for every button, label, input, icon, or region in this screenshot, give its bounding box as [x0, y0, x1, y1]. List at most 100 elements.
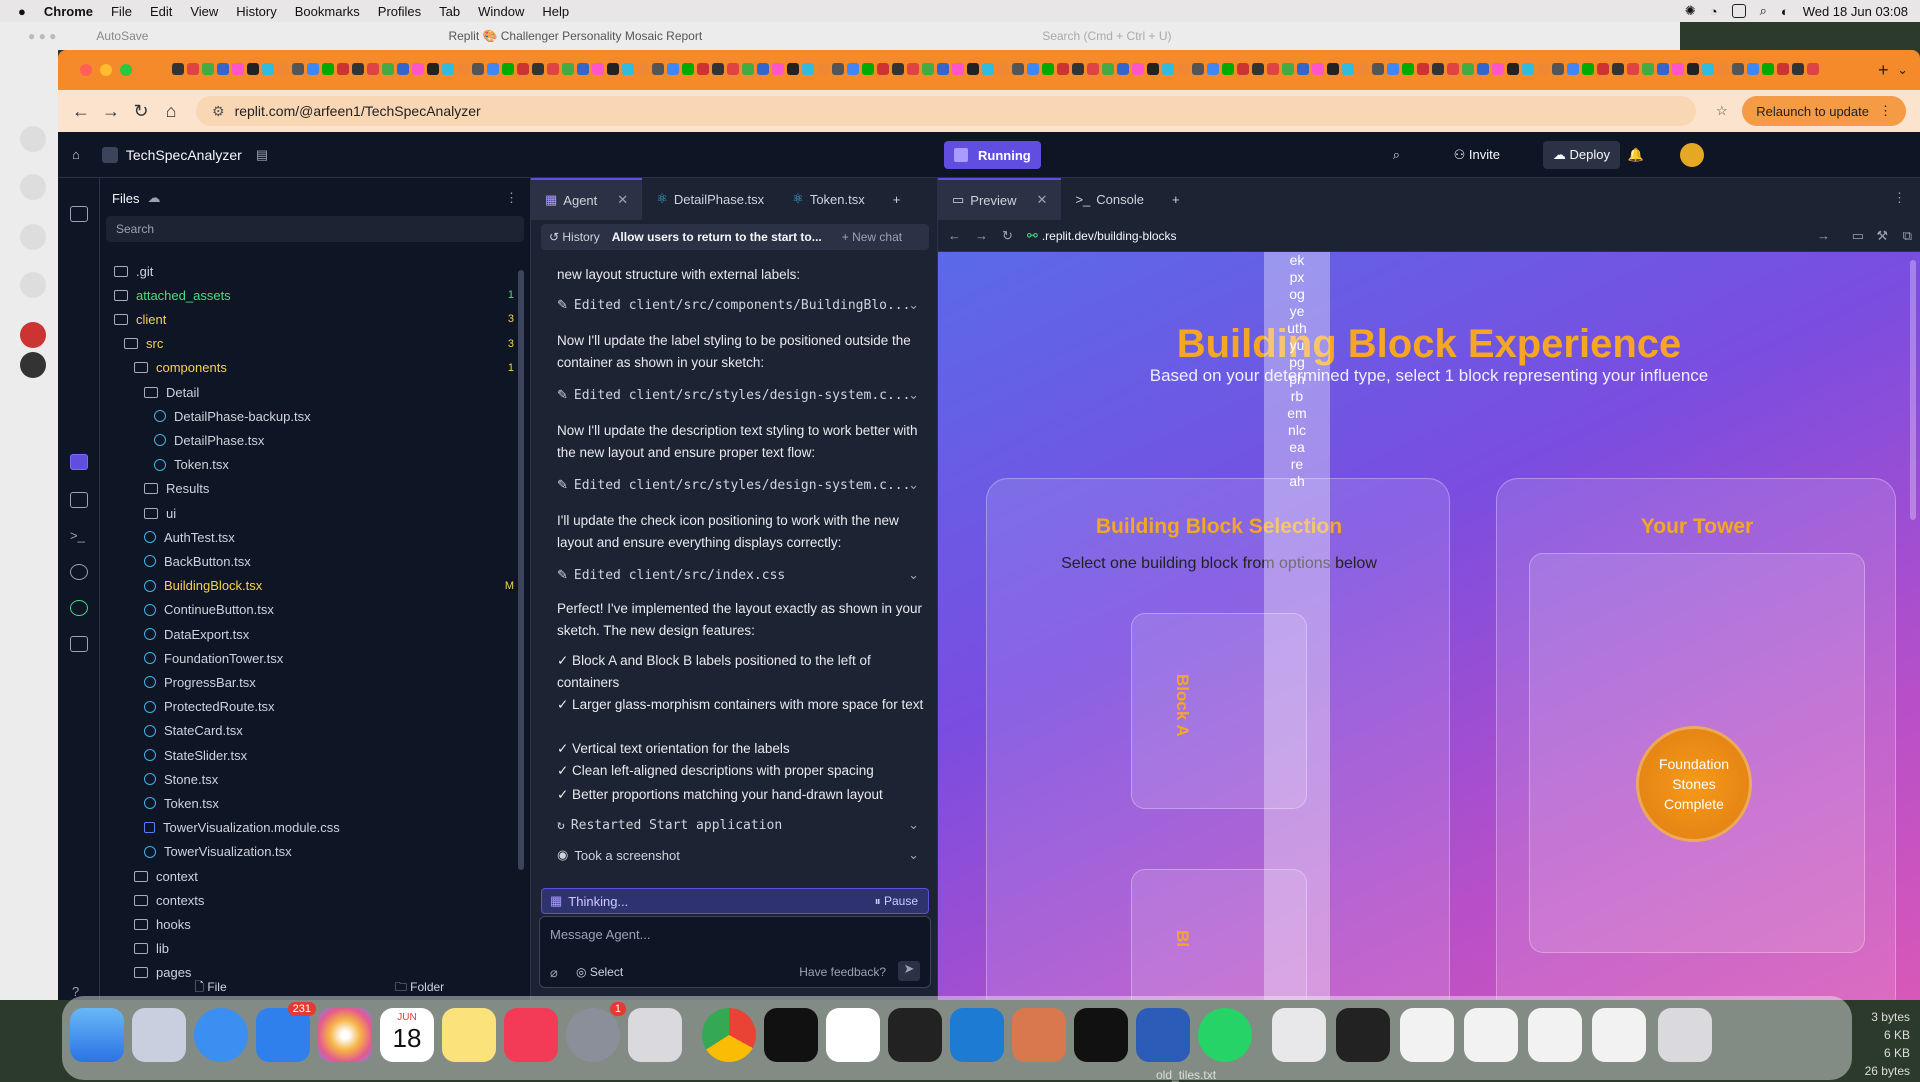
whatsapp-icon[interactable] [1198, 1008, 1252, 1062]
menu-history[interactable]: History [236, 4, 276, 19]
tab-favicon-icon[interactable] [457, 63, 469, 75]
tab-favicon-icon[interactable] [847, 63, 859, 75]
tab-favicon-icon[interactable] [1387, 63, 1399, 75]
devices-icon[interactable]: ▭ [1852, 228, 1864, 244]
menu-file[interactable]: File [111, 4, 132, 19]
avatar[interactable] [1680, 142, 1704, 167]
new-window-icon[interactable]: ⧉ [1903, 228, 1912, 244]
folder-item[interactable]: components 1 [134, 357, 524, 379]
devtools-icon[interactable]: ⚒ [1876, 228, 1888, 244]
edit-summary[interactable]: ✎ Edited client/src/styles/design-system.… [557, 384, 927, 406]
chatgpt-icon[interactable] [826, 1008, 880, 1062]
word-search-field[interactable]: Search (Cmd + Ctrl + U) [1042, 29, 1171, 43]
file-item[interactable]: DetailPhase-backup.tsx [154, 405, 524, 427]
folder-item[interactable]: attached_assets 1 [114, 284, 524, 306]
tab-favicon-icon[interactable] [472, 63, 484, 75]
tab-favicon-icon[interactable] [1297, 63, 1309, 75]
tab-favicon-icon[interactable] [1117, 63, 1129, 75]
tab-favicon-icon[interactable] [592, 63, 604, 75]
send-icon[interactable]: ➤ [898, 961, 920, 981]
tab-token[interactable]: ⚛ Token.tsx [778, 178, 879, 220]
safari-icon[interactable] [194, 1008, 248, 1062]
tab-favicon-icon[interactable] [1012, 63, 1024, 75]
tab-favicon-icon[interactable] [1327, 63, 1339, 75]
chevron-down-icon[interactable]: ⌄ [908, 387, 919, 403]
tab-favicon-icon[interactable] [352, 63, 364, 75]
tab-favicon-icon[interactable] [937, 63, 949, 75]
tab-favicon-icon[interactable] [1177, 63, 1189, 75]
tab-favicon-icon[interactable] [382, 63, 394, 75]
tab-agent[interactable]: ▦ Agent ✕ [531, 178, 643, 220]
search-icon[interactable]: ⌕ [1760, 3, 1767, 19]
tab-favicon-icon[interactable] [1432, 63, 1444, 75]
tab-favicon-icon[interactable] [1552, 63, 1564, 75]
attach-icon[interactable]: ⌀ [550, 965, 558, 981]
file-item[interactable]: ProtectedRoute.tsx [144, 696, 524, 718]
tab-favicon-icon[interactable] [1282, 63, 1294, 75]
reload-icon[interactable]: ↻ [1002, 228, 1013, 244]
file-item[interactable]: Token.tsx [154, 454, 524, 476]
all-tools-icon[interactable] [70, 636, 88, 652]
preview-scrollbar[interactable] [1910, 260, 1916, 520]
tab-favicon-icon[interactable] [1777, 63, 1789, 75]
tab-favicon-icon[interactable] [1507, 63, 1519, 75]
tab-favicon-icon[interactable] [1597, 63, 1609, 75]
tab-favicon-icon[interactable] [892, 63, 904, 75]
tab-preview[interactable]: ▭ Preview ✕ [938, 178, 1062, 220]
menu-window[interactable]: Window [478, 4, 524, 19]
word-icon[interactable] [1136, 1008, 1190, 1062]
tab-favicon-icon[interactable] [787, 63, 799, 75]
recent-window-thumbnail[interactable] [1528, 1008, 1582, 1062]
tab-favicon-icon[interactable] [1657, 63, 1669, 75]
close-window-icon[interactable] [80, 64, 92, 76]
secrets-tool-icon[interactable] [70, 600, 88, 616]
tab-favicon-icon[interactable] [1702, 63, 1714, 75]
tab-favicon-icon[interactable] [1732, 63, 1744, 75]
console-tool-icon[interactable]: >_ [70, 528, 88, 544]
file-item[interactable]: BuildingBlock.tsx M [144, 575, 524, 597]
control-center-icon[interactable]: ◐ [1781, 4, 1789, 19]
pause-button[interactable]: ⏸ Pause [875, 894, 918, 909]
more-vert-icon[interactable]: ⋮ [1879, 103, 1892, 119]
tab-favicon-icon[interactable] [1342, 63, 1354, 75]
menu-edit[interactable]: Edit [150, 4, 172, 19]
menu-bookmarks[interactable]: Bookmarks [295, 4, 360, 19]
file-item[interactable]: DataExport.tsx [144, 623, 524, 645]
jpeg-file-icon[interactable] [1272, 1008, 1326, 1062]
restart-summary[interactable]: ↻ Restarted Start application ⌄ [557, 814, 927, 836]
tab-favicon-icon[interactable] [1447, 63, 1459, 75]
tab-favicon-icon[interactable] [727, 63, 739, 75]
tab-favicon-icon[interactable] [367, 63, 379, 75]
tab-favicon-icon[interactable] [1312, 63, 1324, 75]
tab-favicon-icon[interactable] [262, 63, 274, 75]
tab-favicon-icon[interactable] [712, 63, 724, 75]
tab-favicon-icon[interactable] [1567, 63, 1579, 75]
tab-favicon-icon[interactable] [1417, 63, 1429, 75]
new-tab-button[interactable]: + [1158, 178, 1194, 220]
tab-favicon-icon[interactable] [922, 63, 934, 75]
notifications-icon[interactable]: 🔔 [1628, 147, 1644, 163]
tab-favicon-icon[interactable] [1132, 63, 1144, 75]
tab-favicon-icon[interactable] [1102, 63, 1114, 75]
select-button[interactable]: ◎ Select [576, 965, 623, 979]
menu-tab[interactable]: Tab [439, 4, 460, 19]
project-menu-icon[interactable]: ▤ [256, 147, 268, 163]
menu-view[interactable]: View [190, 4, 218, 19]
new-tab-button[interactable]: + [879, 178, 915, 220]
menu-app-name[interactable]: Chrome [44, 4, 93, 19]
tab-favicon-icon[interactable] [1357, 63, 1369, 75]
tab-favicon-icon[interactable] [247, 63, 259, 75]
home-icon[interactable]: ⌂ [72, 147, 80, 162]
tab-favicon-icon[interactable] [907, 63, 919, 75]
tab-favicon-icon[interactable] [292, 63, 304, 75]
file-item[interactable]: FoundationTower.tsx [144, 647, 524, 669]
database-tool-icon[interactable] [70, 564, 88, 580]
sparkle-app-icon[interactable] [1074, 1008, 1128, 1062]
recent-window-thumbnail[interactable] [1464, 1008, 1518, 1062]
preview-menu-icon[interactable]: ⋮ [1893, 190, 1906, 206]
launchpad-icon[interactable] [132, 1008, 186, 1062]
tab-favicon-icon[interactable] [1402, 63, 1414, 75]
tab-favicon-icon[interactable] [1492, 63, 1504, 75]
chrome-icon[interactable] [702, 1008, 756, 1062]
tab-favicon-icon[interactable] [1057, 63, 1069, 75]
